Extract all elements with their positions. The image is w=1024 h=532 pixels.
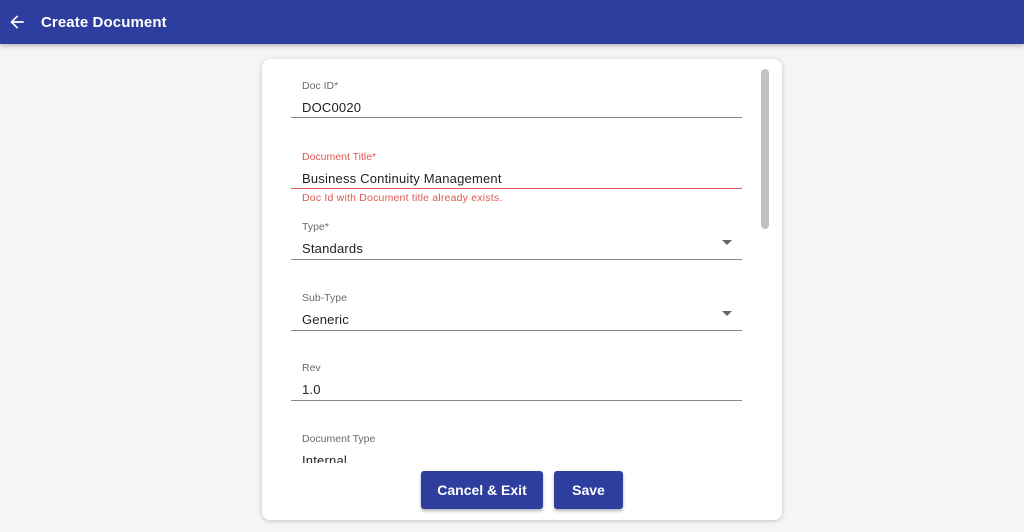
rev-field[interactable]: Rev 1.0 bbox=[291, 361, 742, 401]
document-title-error: Doc Id with Document title already exist… bbox=[302, 192, 503, 204]
cancel-exit-button[interactable]: Cancel & Exit bbox=[421, 471, 543, 509]
document-title-underline bbox=[291, 188, 742, 189]
sub-type-underline bbox=[291, 330, 742, 331]
doc-id-label: Doc ID* bbox=[302, 80, 339, 92]
app-bar: Create Document bbox=[0, 0, 1024, 44]
doc-id-field[interactable]: Doc ID* DOC0020 bbox=[291, 79, 742, 119]
form-actions: Cancel & Exit Save bbox=[262, 463, 782, 520]
rev-underline bbox=[291, 400, 742, 401]
document-type-label: Document Type bbox=[302, 433, 376, 445]
type-label: Type* bbox=[302, 221, 329, 233]
form-scroll-area[interactable]: Doc ID* DOC0020 Document Title* Business… bbox=[262, 59, 782, 463]
document-title-value[interactable]: Business Continuity Management bbox=[291, 170, 742, 188]
back-button[interactable] bbox=[2, 7, 32, 37]
type-value[interactable]: Standards bbox=[291, 240, 742, 258]
sub-type-value[interactable]: Generic bbox=[291, 311, 742, 329]
type-underline bbox=[291, 259, 742, 260]
document-title-label: Document Title* bbox=[302, 151, 377, 163]
page-title: Create Document bbox=[41, 13, 167, 31]
doc-id-value[interactable]: DOC0020 bbox=[291, 99, 742, 117]
chevron-down-icon[interactable] bbox=[722, 240, 732, 245]
chevron-down-icon[interactable] bbox=[722, 311, 732, 316]
create-document-card: Doc ID* DOC0020 Document Title* Business… bbox=[262, 59, 782, 520]
document-type-value[interactable]: Internal bbox=[291, 452, 742, 463]
rev-value[interactable]: 1.0 bbox=[291, 381, 742, 399]
rev-label: Rev bbox=[302, 362, 321, 374]
document-title-field[interactable]: Document Title* Business Continuity Mana… bbox=[291, 150, 742, 190]
form-scrollbar[interactable] bbox=[761, 69, 769, 229]
doc-id-underline bbox=[291, 117, 742, 118]
arrow-left-icon bbox=[10, 15, 24, 29]
sub-type-select[interactable]: Sub-Type Generic bbox=[291, 291, 742, 331]
type-select[interactable]: Type* Standards bbox=[291, 220, 742, 260]
sub-type-label: Sub-Type bbox=[302, 292, 347, 304]
save-button[interactable]: Save bbox=[554, 471, 623, 509]
document-type-select[interactable]: Document Type Internal bbox=[291, 432, 742, 463]
